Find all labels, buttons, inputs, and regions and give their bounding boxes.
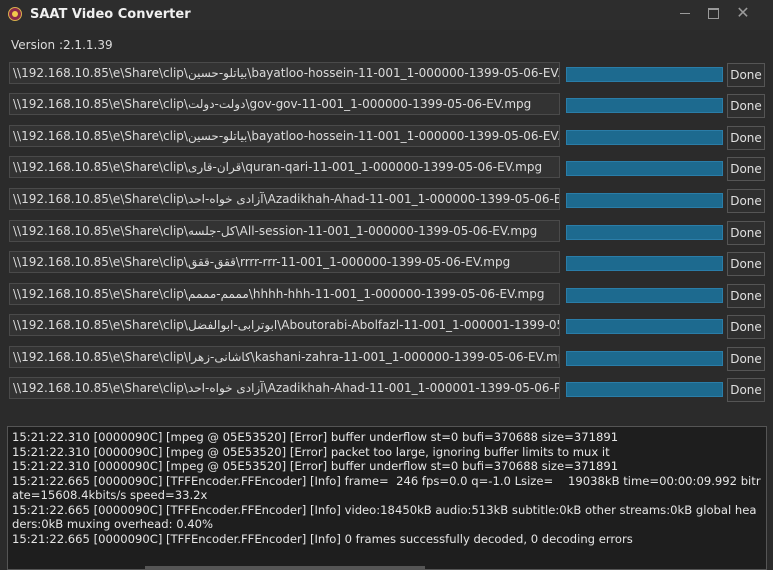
- log-line: 15:21:22.310 [0000090C] [mpeg @ 05E53520…: [12, 459, 619, 473]
- job-progress-fill: [567, 226, 722, 239]
- job-progress-bar: [566, 256, 723, 271]
- log-line: 15:21:22.310 [0000090C] [mpeg @ 05E53520…: [12, 430, 619, 444]
- log-line: 15:21:22.665 [0000090C] [TFFEncoder.FFEn…: [12, 473, 761, 503]
- job-path-field[interactable]: \\192.168.10.85\e\Share\clip\بیاتلو-حسین…: [9, 62, 560, 84]
- job-done-button[interactable]: Done: [727, 347, 765, 371]
- job-progress-bar: [566, 67, 723, 82]
- job-progress-bar: [566, 225, 723, 240]
- job-path-field[interactable]: \\192.168.10.85\e\Share\clip\آزادی خواه-…: [9, 377, 560, 399]
- job-progress-fill: [567, 162, 722, 175]
- job-done-button[interactable]: Done: [727, 157, 765, 181]
- job-path-field[interactable]: \\192.168.10.85\e\Share\clip\بیاتلو-حسین…: [9, 125, 560, 147]
- job-progress-fill: [567, 289, 722, 302]
- version-label: Version :2.1.1.39: [11, 38, 113, 52]
- job-row: \\192.168.10.85\e\Share\clip\آزادی خواه-…: [9, 188, 765, 213]
- log-panel[interactable]: 15:21:22.310 [0000090C] [mpeg @ 05E53520…: [7, 426, 767, 570]
- log-line: 15:21:22.310 [0000090C] [mpeg @ 05E53520…: [12, 444, 610, 459]
- log-line: 15:21:22.665 [0000090C] [TFFEncoder.FFEn…: [12, 531, 633, 546]
- job-row: \\192.168.10.85\e\Share\clip\بیاتلو-حسین…: [9, 125, 765, 150]
- job-progress-bar: [566, 130, 723, 145]
- job-done-button[interactable]: Done: [727, 221, 765, 245]
- job-row: \\192.168.10.85\e\Share\clip\آزادی خواه-…: [9, 377, 765, 402]
- job-path-field[interactable]: \\192.168.10.85\e\Share\clip\قران-قاری\q…: [9, 156, 560, 178]
- job-row: \\192.168.10.85\e\Share\clip\مممم-مممم\h…: [9, 283, 765, 308]
- job-done-button[interactable]: Done: [727, 315, 765, 339]
- window-title: SAAT Video Converter: [30, 7, 191, 22]
- title-bar: SAAT Video Converter ✕: [0, 0, 773, 30]
- job-path-field[interactable]: \\192.168.10.85\e\Share\clip\آزادی خواه-…: [9, 188, 560, 210]
- job-progress-bar: [566, 98, 723, 113]
- job-progress-fill: [567, 383, 722, 396]
- job-progress-bar: [566, 288, 723, 303]
- job-progress-bar: [566, 351, 723, 366]
- job-progress-fill: [567, 352, 722, 365]
- log-line: 15:21:22.665 [0000090C] [TFFEncoder.FFEn…: [12, 502, 757, 532]
- job-done-button[interactable]: Done: [727, 378, 765, 402]
- job-done-button[interactable]: Done: [727, 284, 765, 308]
- job-path-field[interactable]: \\192.168.10.85\e\Share\clip\ققق-ققق\rrr…: [9, 251, 560, 273]
- job-row: \\192.168.10.85\e\Share\clip\کاشانی-زهرا…: [9, 346, 765, 371]
- job-progress-bar: [566, 382, 723, 397]
- job-done-button[interactable]: Done: [727, 189, 765, 213]
- job-path-field[interactable]: \\192.168.10.85\e\Share\clip\کل-جلسه\All…: [9, 220, 560, 242]
- job-row: \\192.168.10.85\e\Share\clip\کل-جلسه\All…: [9, 220, 765, 245]
- job-path-field[interactable]: \\192.168.10.85\e\Share\clip\مممم-مممم\h…: [9, 283, 560, 305]
- log-lines: 15:21:22.310 [0000090C] [mpeg @ 05E53520…: [12, 430, 762, 546]
- job-row: \\192.168.10.85\e\Share\clip\ابوترابی-اب…: [9, 314, 765, 339]
- job-path-field[interactable]: \\192.168.10.85\e\Share\clip\ابوترابی-اب…: [9, 314, 560, 336]
- maximize-button[interactable]: [698, 2, 728, 24]
- job-done-button[interactable]: Done: [727, 63, 765, 87]
- job-progress-bar: [566, 193, 723, 208]
- close-button[interactable]: ✕: [726, 2, 760, 24]
- maximize-icon: [707, 7, 719, 19]
- job-path-field[interactable]: \\192.168.10.85\e\Share\clip\دولت-دولت\g…: [9, 93, 560, 115]
- job-row: \\192.168.10.85\e\Share\clip\دولت-دولت\g…: [9, 93, 765, 118]
- job-progress-fill: [567, 257, 722, 270]
- job-done-button[interactable]: Done: [727, 252, 765, 276]
- minimize-button[interactable]: [670, 2, 700, 24]
- close-icon: ✕: [736, 3, 750, 22]
- saat-logo-icon: [8, 7, 22, 21]
- job-progress-fill: [567, 131, 722, 144]
- job-row: \\192.168.10.85\e\Share\clip\ققق-ققق\rrr…: [9, 251, 765, 276]
- job-done-button[interactable]: Done: [727, 94, 765, 118]
- job-row: \\192.168.10.85\e\Share\clip\بیاتلو-حسین…: [9, 62, 765, 87]
- job-progress-fill: [567, 99, 722, 112]
- horizontal-scrollbar[interactable]: [145, 566, 425, 570]
- job-progress-fill: [567, 68, 722, 81]
- job-progress-fill: [567, 320, 722, 333]
- job-progress-bar: [566, 161, 723, 176]
- job-path-field[interactable]: \\192.168.10.85\e\Share\clip\کاشانی-زهرا…: [9, 346, 560, 368]
- minimize-icon: [680, 12, 690, 14]
- job-done-button[interactable]: Done: [727, 126, 765, 150]
- job-progress-bar: [566, 319, 723, 334]
- job-row: \\192.168.10.85\e\Share\clip\قران-قاری\q…: [9, 156, 765, 181]
- job-progress-fill: [567, 194, 722, 207]
